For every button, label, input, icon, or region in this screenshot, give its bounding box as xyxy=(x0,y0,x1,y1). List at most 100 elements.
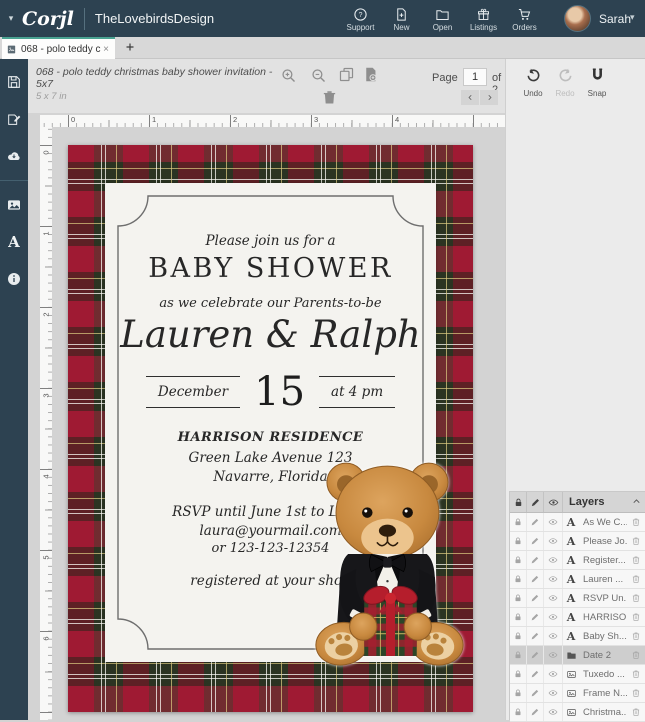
edit-toggle[interactable] xyxy=(527,589,544,607)
delete-layer-button[interactable] xyxy=(627,515,645,530)
lock-toggle[interactable] xyxy=(510,589,527,607)
delete-layer-button[interactable] xyxy=(627,686,645,701)
lock-toggle[interactable] xyxy=(510,551,527,569)
lock-toggle[interactable] xyxy=(510,665,527,683)
sidebar-images-button[interactable] xyxy=(0,190,28,220)
visibility-all-icon[interactable] xyxy=(544,492,563,512)
sidebar-text-button[interactable]: A xyxy=(0,227,28,257)
lock-toggle[interactable] xyxy=(510,608,527,626)
visibility-toggle[interactable] xyxy=(544,532,563,550)
lock-toggle[interactable] xyxy=(510,532,527,550)
text-layer-names[interactable]: Lauren & Ralph xyxy=(105,313,436,356)
text-layer-venue[interactable]: HARRISON RESIDENCE xyxy=(105,430,436,445)
layer-row-tuxedo[interactable]: Tuxedo ... xyxy=(510,665,645,684)
delete-layer-button[interactable] xyxy=(627,667,645,682)
new-tab-button[interactable] xyxy=(122,40,138,56)
text-layer-as-we-celebrate[interactable]: as we celebrate our Parents-to-be xyxy=(105,296,436,311)
redo-button[interactable]: Redo xyxy=(550,67,580,98)
edit-toggle[interactable] xyxy=(527,532,544,550)
visibility-toggle[interactable] xyxy=(544,646,563,664)
lock-toggle[interactable] xyxy=(510,646,527,664)
app-menu-caret-icon[interactable]: ▾ xyxy=(0,13,22,24)
lock-toggle[interactable] xyxy=(510,570,527,588)
visibility-toggle[interactable] xyxy=(544,513,563,531)
delete-layer-button[interactable] xyxy=(627,705,645,720)
nav-item-listings[interactable]: Listings xyxy=(463,0,504,37)
edit-toggle[interactable] xyxy=(527,551,544,569)
delete-layer-button[interactable] xyxy=(627,610,645,625)
visibility-toggle[interactable] xyxy=(544,627,563,645)
layer-row-as-we-c[interactable]: AAs We C... xyxy=(510,513,645,532)
sidebar-info-button[interactable] xyxy=(0,264,28,294)
user-menu-caret-icon[interactable]: ▾ xyxy=(630,12,635,23)
visibility-toggle[interactable] xyxy=(544,551,563,569)
visibility-toggle[interactable] xyxy=(544,608,563,626)
date-group[interactable]: December 15 at 4 pm xyxy=(105,369,436,415)
document-tab[interactable]: 068 - polo teddy c... × xyxy=(2,37,115,59)
page-number-input[interactable] xyxy=(463,68,487,86)
edit-toggle[interactable] xyxy=(527,608,544,626)
edit-toggle[interactable] xyxy=(527,703,544,721)
next-page-button[interactable] xyxy=(480,90,498,105)
lock-toggle[interactable] xyxy=(510,513,527,531)
lock-toggle[interactable] xyxy=(510,703,527,721)
lock-all-icon[interactable] xyxy=(510,492,527,512)
text-layer-please-join[interactable]: Please join us for a xyxy=(105,233,436,249)
user-name[interactable]: Sarah xyxy=(599,12,631,26)
layer-row-rsvp-un[interactable]: ARSVP Un... xyxy=(510,589,645,608)
sidebar-save-as-button[interactable] xyxy=(0,104,28,134)
avatar[interactable] xyxy=(564,5,591,32)
layer-row-please-jo[interactable]: APlease Jo... xyxy=(510,532,645,551)
text-layer-day[interactable]: 15 xyxy=(250,369,309,415)
tab-close-icon[interactable]: × xyxy=(101,44,111,55)
text-layer-time[interactable]: at 4 pm xyxy=(319,376,395,408)
edit-all-icon[interactable] xyxy=(527,492,544,512)
delete-layer-button[interactable] xyxy=(627,572,645,587)
visibility-toggle[interactable] xyxy=(544,665,563,683)
layer-row-harriso[interactable]: AHARRISO... xyxy=(510,608,645,627)
visibility-toggle[interactable] xyxy=(544,570,563,588)
delete-layer-button[interactable] xyxy=(627,629,645,644)
delete-page-button[interactable] xyxy=(319,89,339,109)
edit-toggle[interactable] xyxy=(527,665,544,683)
collapse-layers-button[interactable] xyxy=(627,495,645,510)
zoom-in-button[interactable] xyxy=(278,67,298,87)
layer-row-frame-n[interactable]: Frame N... xyxy=(510,684,645,703)
layer-row-christma[interactable]: Christma... xyxy=(510,703,645,722)
add-page-button[interactable] xyxy=(360,66,380,86)
nav-item-open[interactable]: Open xyxy=(422,0,463,37)
layer-row-register[interactable]: ARegister... xyxy=(510,551,645,570)
visibility-toggle[interactable] xyxy=(544,589,563,607)
nav-item-orders[interactable]: Orders xyxy=(504,0,545,37)
visibility-toggle[interactable] xyxy=(544,684,563,702)
trash-icon xyxy=(631,593,641,603)
snap-button[interactable]: Snap xyxy=(582,67,612,98)
text-layer-month[interactable]: December xyxy=(146,376,240,408)
delete-layer-button[interactable] xyxy=(627,553,645,568)
layer-row-baby-sh[interactable]: ABaby Sh... xyxy=(510,627,645,646)
edit-toggle[interactable] xyxy=(527,646,544,664)
duplicate-page-button[interactable] xyxy=(336,66,356,86)
delete-layer-button[interactable] xyxy=(627,591,645,606)
delete-layer-button[interactable] xyxy=(627,648,645,663)
lock-toggle[interactable] xyxy=(510,684,527,702)
zoom-out-button[interactable] xyxy=(308,67,328,87)
edit-toggle[interactable] xyxy=(527,570,544,588)
tuxedo-teddy-bear-image[interactable] xyxy=(308,450,474,668)
text-layer-baby-shower[interactable]: BABY SHOWER xyxy=(105,253,436,284)
prev-page-button[interactable] xyxy=(461,90,479,105)
visibility-toggle[interactable] xyxy=(544,703,563,721)
layer-row-date-2[interactable]: Date 2 xyxy=(510,646,645,665)
sidebar-download-button[interactable] xyxy=(0,141,28,171)
edit-toggle[interactable] xyxy=(527,513,544,531)
invitation-page[interactable]: Please join us for a BABY SHOWER as we c… xyxy=(68,145,473,712)
edit-toggle[interactable] xyxy=(527,684,544,702)
nav-item-new[interactable]: New xyxy=(381,0,422,37)
layer-row-lauren[interactable]: ALauren ... xyxy=(510,570,645,589)
sidebar-save-button[interactable] xyxy=(0,67,28,97)
lock-toggle[interactable] xyxy=(510,627,527,645)
nav-item-support[interactable]: Support xyxy=(340,0,381,37)
edit-toggle[interactable] xyxy=(527,627,544,645)
undo-button[interactable]: Undo xyxy=(518,67,548,98)
delete-layer-button[interactable] xyxy=(627,534,645,549)
